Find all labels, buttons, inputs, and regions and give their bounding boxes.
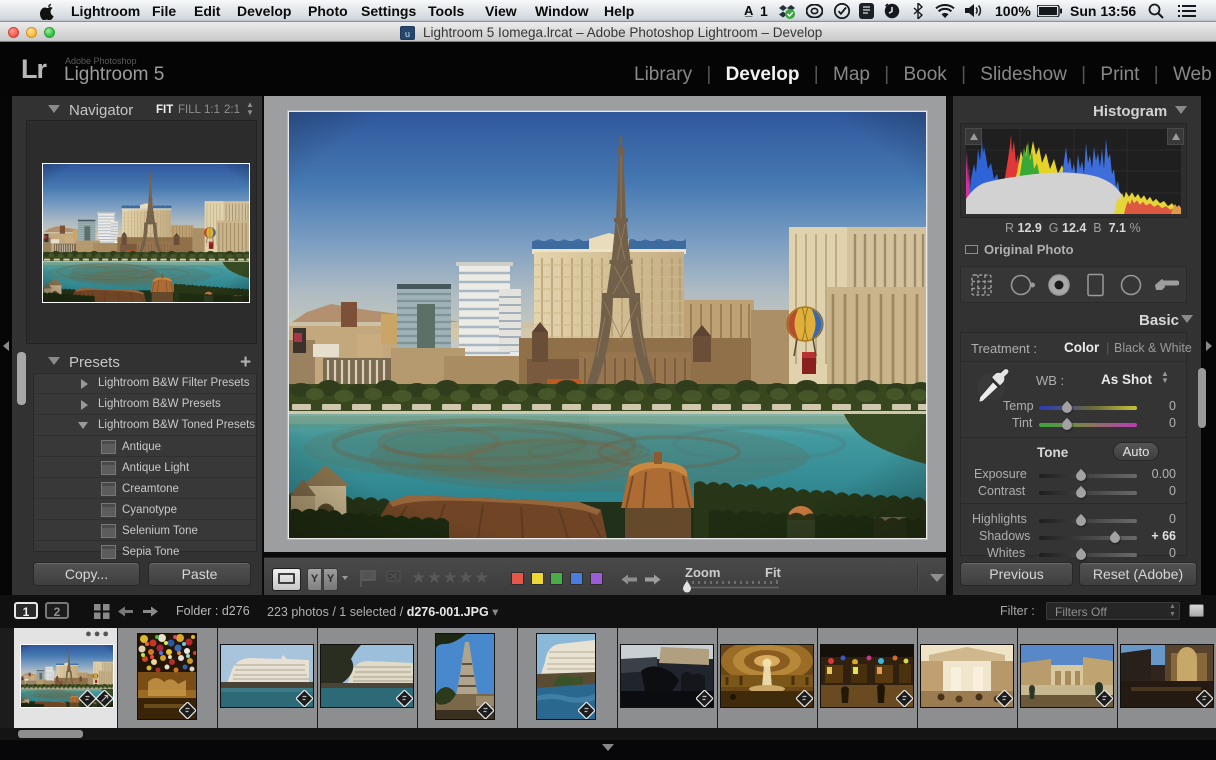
- svg-text:u: u: [405, 29, 410, 39]
